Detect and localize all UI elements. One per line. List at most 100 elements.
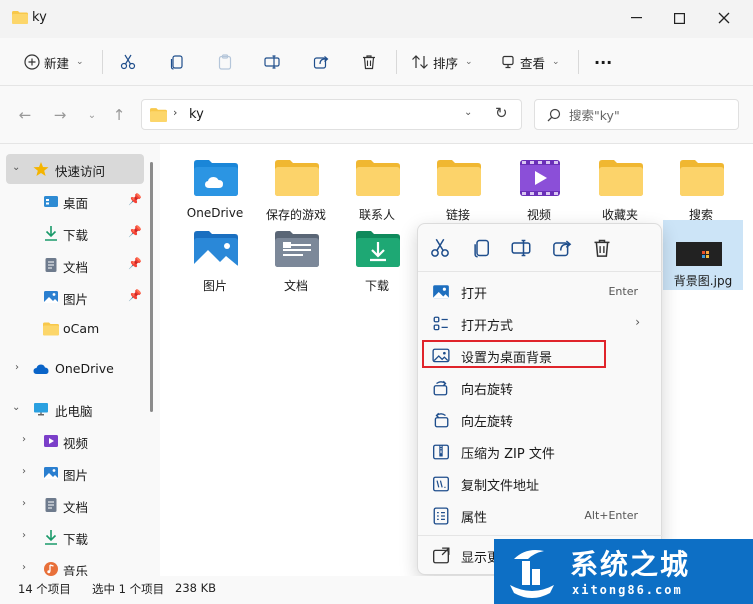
chevron-down-icon[interactable]: ⌄	[464, 107, 472, 118]
refresh-icon[interactable]: ↻	[495, 104, 508, 122]
chevron-right-icon[interactable]: ›	[22, 562, 26, 573]
sidebar-item-label: 文档	[63, 260, 89, 275]
file-item-links[interactable]: 链接	[418, 149, 498, 222]
folder-icon	[680, 160, 724, 196]
minimize-button[interactable]	[613, 0, 659, 36]
menu-item-label: 向左旋转	[461, 415, 514, 430]
chevron-right-icon[interactable]: ›	[22, 498, 26, 509]
sidebar-item-quick-access[interactable]: ⌄ 快速访问	[6, 154, 144, 184]
menu-item-rotate-left[interactable]: 向左旋转	[424, 404, 656, 434]
folder-icon	[43, 322, 59, 336]
copy-icon[interactable]	[472, 238, 492, 258]
breadcrumb[interactable]: ky	[189, 107, 204, 122]
sidebar-item-onedrive[interactable]: › OneDrive	[6, 354, 144, 384]
file-item-background-jpg[interactable]: 背景图.jpg	[663, 220, 743, 290]
sidebar-item-downloads[interactable]: 下载 📌	[6, 218, 144, 248]
rename-icon[interactable]	[511, 238, 531, 258]
folder-icon	[12, 11, 28, 24]
menu-item-label: 复制文件地址	[461, 479, 540, 494]
clipboard-icon	[218, 54, 232, 70]
sidebar-item-documents-pc[interactable]: › 文档	[6, 490, 144, 520]
sidebar-item-pictures-pc[interactable]: › 图片	[6, 458, 144, 488]
pictures-folder-icon	[194, 231, 238, 267]
pin-icon: 📌	[128, 289, 142, 302]
copy-icon	[170, 55, 183, 70]
chevron-right-icon[interactable]: ›	[15, 362, 19, 373]
close-button[interactable]	[701, 0, 747, 36]
properties-icon	[433, 507, 449, 525]
forward-button[interactable]: →	[50, 106, 70, 124]
document-icon	[45, 498, 57, 512]
sidebar-item-documents[interactable]: 文档 📌	[6, 250, 144, 280]
image-thumbnail-icon	[676, 242, 722, 266]
sidebar-item-videos[interactable]: › 视频	[6, 426, 144, 456]
file-item-pictures[interactable]: 图片	[175, 220, 255, 293]
trash-icon[interactable]	[592, 238, 612, 258]
menu-item-rotate-right[interactable]: 向右旋转	[424, 372, 656, 402]
pin-icon: 📌	[128, 225, 142, 238]
copy-button[interactable]	[169, 48, 185, 76]
up-button[interactable]: ↑	[109, 106, 129, 124]
menu-item-open[interactable]: 打开 Enter	[424, 276, 656, 306]
file-name: OneDrive	[186, 206, 244, 220]
sort-button[interactable]: 排序 ⌄	[411, 48, 473, 76]
rename-button[interactable]	[264, 48, 280, 76]
scissors-icon[interactable]	[430, 238, 450, 258]
chevron-right-icon[interactable]: ›	[22, 466, 26, 477]
chevron-right-icon[interactable]: ›	[22, 434, 26, 445]
selection-size: 238 KB	[175, 581, 217, 595]
file-item-saved-games[interactable]: 保存的游戏	[256, 149, 336, 222]
sidebar-item-label: 快速访问	[55, 164, 106, 179]
toolbar-divider	[396, 50, 397, 74]
delete-button[interactable]	[361, 48, 377, 76]
file-item-contacts[interactable]: 联系人	[337, 149, 417, 222]
file-item-onedrive[interactable]: OneDrive	[175, 149, 255, 220]
address-bar[interactable]: › ky ⌄ ↻	[141, 99, 522, 130]
file-item-downloads[interactable]: 下载	[337, 220, 417, 293]
menu-item-compress-zip[interactable]: 压缩为 ZIP 文件	[424, 436, 656, 466]
sidebar-item-desktop[interactable]: 桌面 📌	[6, 186, 144, 216]
sidebar-item-pictures[interactable]: 图片 📌	[6, 282, 144, 312]
more-button[interactable]: ···	[594, 48, 612, 76]
chevron-down-icon[interactable]: ⌄	[12, 402, 20, 413]
chevron-down-icon[interactable]: ⌄	[12, 162, 20, 173]
sidebar-item-downloads-pc[interactable]: › 下载	[6, 522, 144, 552]
shortcut-label: Alt+Enter	[584, 509, 638, 522]
file-item-favorites[interactable]: 收藏夹	[580, 149, 660, 222]
new-label: 新建	[44, 55, 70, 71]
menu-item-copy-path[interactable]: 复制文件地址	[424, 468, 656, 498]
paste-button[interactable]	[217, 48, 233, 76]
maximize-button[interactable]	[656, 0, 702, 36]
sort-label: 排序	[433, 55, 459, 71]
sidebar-item-this-pc[interactable]: ⌄ 此电脑	[6, 394, 144, 424]
chevron-down-icon: ⌄	[87, 109, 97, 121]
picture-icon	[44, 291, 58, 303]
search-input[interactable]	[569, 106, 729, 124]
navigation-pane: ⌄ 快速访问 桌面 📌 下载 📌 文档 📌 图片 📌 oCam › OneDri…	[0, 144, 160, 579]
computer-icon	[34, 403, 48, 416]
menu-item-open-with[interactable]: 打开方式 ›	[424, 308, 656, 338]
highlight-box	[422, 340, 606, 368]
menu-item-label: 属性	[461, 511, 488, 526]
share-icon[interactable]	[552, 238, 572, 258]
chevron-right-icon[interactable]: ›	[22, 530, 26, 541]
search-box[interactable]	[534, 99, 739, 130]
download-icon	[45, 226, 57, 241]
pin-icon: 📌	[128, 257, 142, 270]
new-button[interactable]: 新建 ⌄	[24, 48, 84, 76]
file-item-videos[interactable]: 视频	[499, 149, 579, 222]
rotate-right-icon	[433, 380, 448, 396]
shortcut-label: Enter	[608, 285, 638, 298]
maximize-icon	[673, 12, 685, 24]
file-item-searches[interactable]: 搜索	[661, 149, 741, 222]
sidebar-item-ocam[interactable]: oCam	[6, 314, 144, 344]
sidebar-scrollbar[interactable]	[150, 162, 153, 412]
share-button[interactable]	[313, 48, 329, 76]
menu-item-properties[interactable]: 属性 Alt+Enter	[424, 500, 656, 530]
view-button[interactable]: 查看 ⌄	[500, 48, 560, 76]
cut-button[interactable]	[120, 48, 136, 76]
back-button[interactable]: ←	[15, 106, 35, 124]
file-item-documents[interactable]: 文档	[256, 220, 336, 293]
recent-locations-button[interactable]: ⌄	[82, 106, 102, 124]
file-name: 视频	[526, 208, 551, 222]
